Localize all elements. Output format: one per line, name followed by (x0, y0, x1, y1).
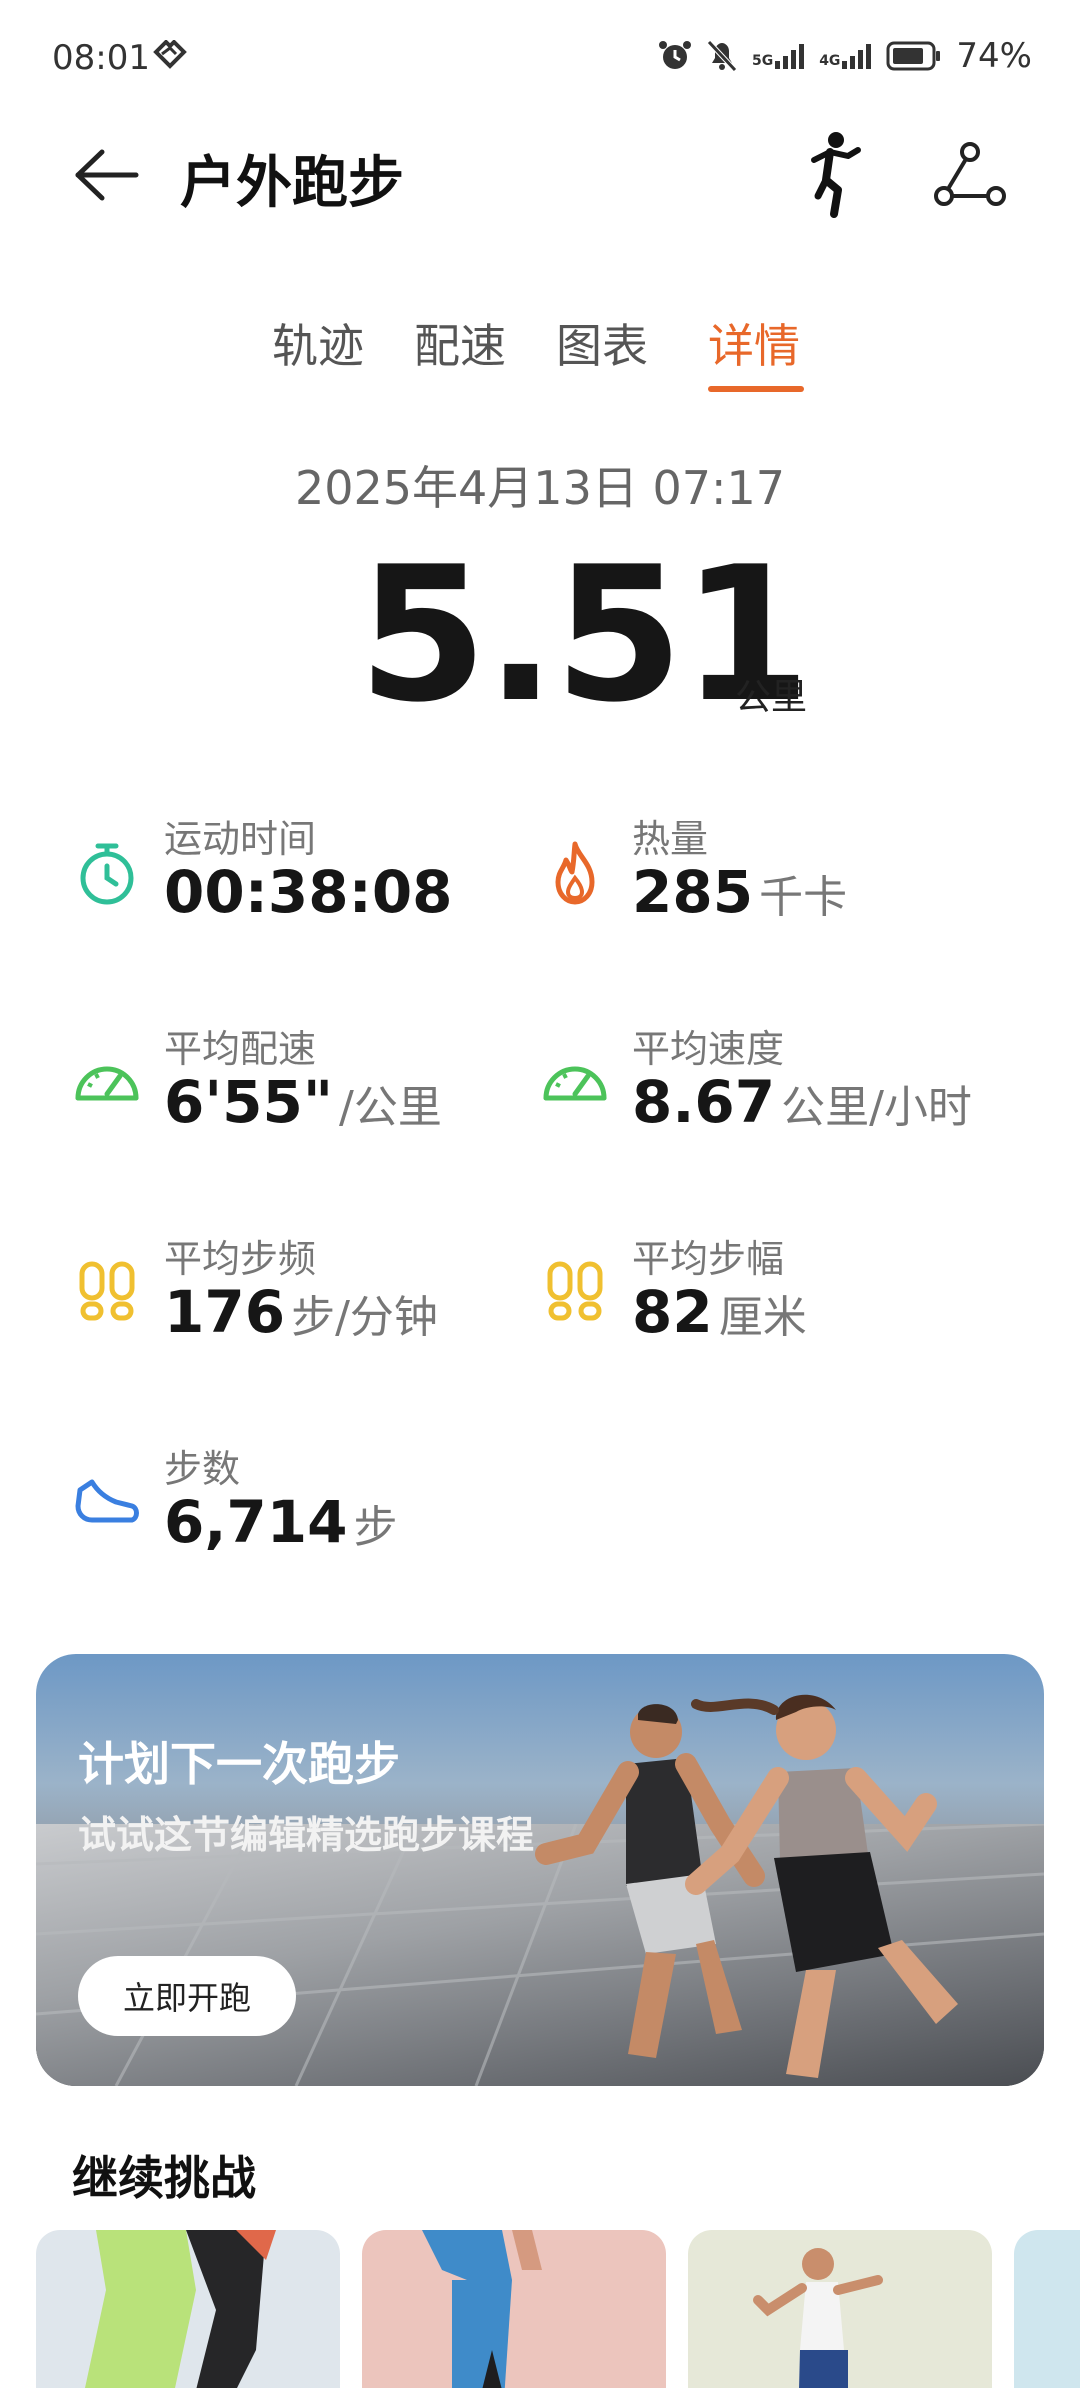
status-time: 08:01 (52, 38, 150, 78)
tab-charts[interactable]: 图表 (556, 310, 648, 376)
stat-label: 平均步频 (164, 1237, 317, 1281)
speedometer-icon (543, 1066, 607, 1101)
stat-avg-speed: 平均速度 8.67 公里/小时 (540, 1018, 1000, 1168)
active-tab-indicator (708, 386, 804, 392)
stat-value: 00:38:08 (164, 858, 453, 926)
tab-details[interactable]: 详情 (708, 310, 800, 376)
runners-illustration (535, 1694, 958, 2078)
stat-calories: 热量 285 千卡 (540, 808, 1000, 958)
stat-unit: 步/分钟 (291, 1292, 438, 1343)
banner-title: 计划下一次跑步 (78, 1737, 400, 1791)
stat-unit: 步 (353, 1502, 398, 1553)
signal-4g: 4G (819, 43, 872, 69)
stat-label: 平均速度 (632, 1027, 785, 1071)
stopwatch-icon (80, 843, 134, 905)
stat-avg-stride: 平均步幅 82 厘米 (540, 1228, 1000, 1378)
stat-value: 176 (164, 1278, 286, 1346)
route-share-icon[interactable] (930, 140, 1010, 210)
stat-label: 步数 (164, 1447, 241, 1491)
stat-label: 平均配速 (164, 1027, 317, 1071)
challenge-card-image (753, 2248, 883, 2388)
distance-unit: 公里 (735, 677, 808, 718)
challenge-card[interactable] (1014, 2230, 1080, 2388)
speedometer-icon (75, 1066, 139, 1101)
flame-icon (555, 841, 595, 905)
challenge-card[interactable] (362, 2230, 666, 2388)
stat-value: 6'55" (164, 1068, 334, 1136)
back-arrow-icon[interactable] (68, 140, 148, 210)
challenge-card-image (422, 2230, 542, 2388)
footprints-icon (547, 1261, 603, 1321)
tab-bar: 轨迹 配速 图表 详情 (0, 310, 1080, 400)
health-app-icon (153, 40, 187, 69)
challenge-cards-carousel (0, 2230, 1080, 2388)
tab-pace[interactable]: 配速 (414, 310, 506, 376)
course-promo-banner[interactable]: 计划下一次跑步 试试这节编辑精选跑步课程 立即开跑 (36, 1654, 1044, 2086)
status-bar: 08:01 5G 4G 74% (0, 0, 1080, 120)
challenge-card-image (85, 2230, 276, 2388)
challenge-card[interactable] (688, 2230, 992, 2388)
stat-label: 运动时间 (164, 817, 317, 861)
battery-icon (886, 41, 941, 71)
stat-value: 82 (632, 1278, 713, 1346)
alarm-icon (658, 41, 691, 69)
workout-datetime: 2025年4月13日 07:17 (294, 461, 786, 515)
stat-avg-cadence: 平均步频 176 步/分钟 (72, 1228, 532, 1378)
stat-value: 8.67 (632, 1068, 776, 1136)
stat-unit: /公里 (339, 1082, 442, 1133)
stat-label: 热量 (632, 817, 709, 861)
stat-unit: 公里/小时 (781, 1082, 972, 1133)
stat-value: 285 (632, 858, 754, 926)
stat-unit: 千卡 (759, 872, 848, 923)
stat-label: 平均步幅 (632, 1237, 785, 1281)
top-app-bar: 户外跑步 (0, 120, 1080, 230)
section-title-challenges: 继续挑战 (72, 2151, 256, 2205)
shoe-icon (75, 1479, 139, 1523)
page-title: 户外跑步 (180, 151, 404, 216)
challenge-card[interactable] (36, 2230, 340, 2388)
footprints-icon (79, 1261, 135, 1321)
running-posture-icon[interactable] (796, 130, 866, 220)
stat-duration: 运动时间 00:38:08 (72, 808, 532, 958)
tab-track[interactable]: 轨迹 (272, 310, 364, 376)
stat-value: 6,714 (164, 1488, 348, 1556)
signal-5g: 5G (752, 43, 805, 69)
stat-unit: 厘米 (718, 1292, 807, 1343)
distance-summary: 5.51 公里 (0, 540, 1080, 730)
banner-subtitle: 试试这节编辑精选跑步课程 (78, 1813, 535, 1857)
battery-percent: 74% (956, 36, 1032, 76)
mute-icon (707, 40, 737, 72)
stat-steps: 步数 6,714 步 (72, 1438, 532, 1588)
stat-avg-pace: 平均配速 6'55"/公里 (72, 1018, 532, 1168)
start-run-button[interactable]: 立即开跑 (78, 1956, 296, 2036)
